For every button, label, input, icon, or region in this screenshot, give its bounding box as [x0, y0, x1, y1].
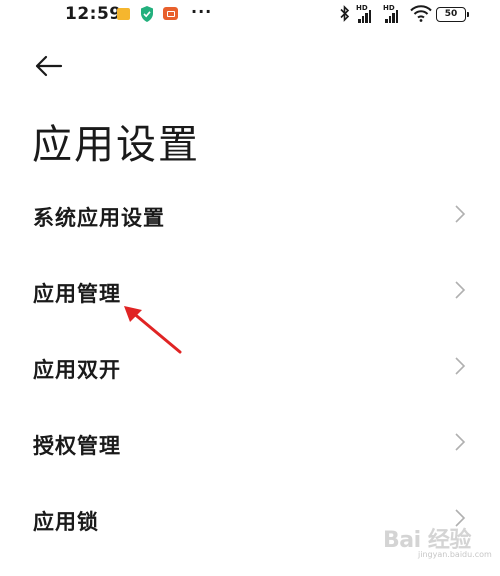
- signal-icon: HD: [356, 5, 380, 23]
- more-notifications-icon: ···: [191, 2, 213, 21]
- list-item-dual-apps[interactable]: 应用双开: [0, 328, 500, 404]
- wifi-icon: [410, 5, 432, 26]
- chevron-right-icon: [454, 280, 466, 304]
- chevron-right-icon: [454, 356, 466, 380]
- app-settings-screen: 12:59 ··· HD HD 50 应用设置 系统应用设置 应用管理 应用双开…: [0, 0, 500, 576]
- battery-icon: 50: [436, 7, 469, 22]
- settings-list: 系统应用设置 应用管理 应用双开 授权管理 应用锁: [0, 176, 500, 556]
- annotation-arrow-icon: [124, 306, 182, 354]
- signal-icon: HD: [383, 5, 407, 23]
- list-item-label: 系统应用设置: [33, 206, 165, 230]
- baidu-watermark-url: jingyan.baidu.com: [418, 550, 492, 559]
- back-arrow-icon: [35, 55, 63, 77]
- status-time: 12:59: [65, 4, 122, 24]
- list-item-permissions[interactable]: 授权管理: [0, 404, 500, 480]
- chevron-right-icon: [454, 432, 466, 456]
- list-item-system-app-settings[interactable]: 系统应用设置: [0, 176, 500, 252]
- back-button[interactable]: [33, 52, 67, 80]
- video-icon: [163, 7, 178, 20]
- list-item-label: 应用双开: [33, 358, 121, 382]
- list-item-label: 应用管理: [33, 282, 121, 306]
- shield-icon: [140, 6, 154, 26]
- status-bar: 12:59 ··· HD HD 50: [0, 0, 500, 30]
- page-title: 应用设置: [32, 122, 200, 168]
- chevron-right-icon: [454, 204, 466, 228]
- bluetooth-icon: [340, 5, 350, 26]
- list-item-label: 授权管理: [33, 434, 121, 458]
- message-notification-icon: [117, 8, 130, 20]
- list-item-app-management[interactable]: 应用管理: [0, 252, 500, 328]
- list-item-label: 应用锁: [33, 510, 99, 534]
